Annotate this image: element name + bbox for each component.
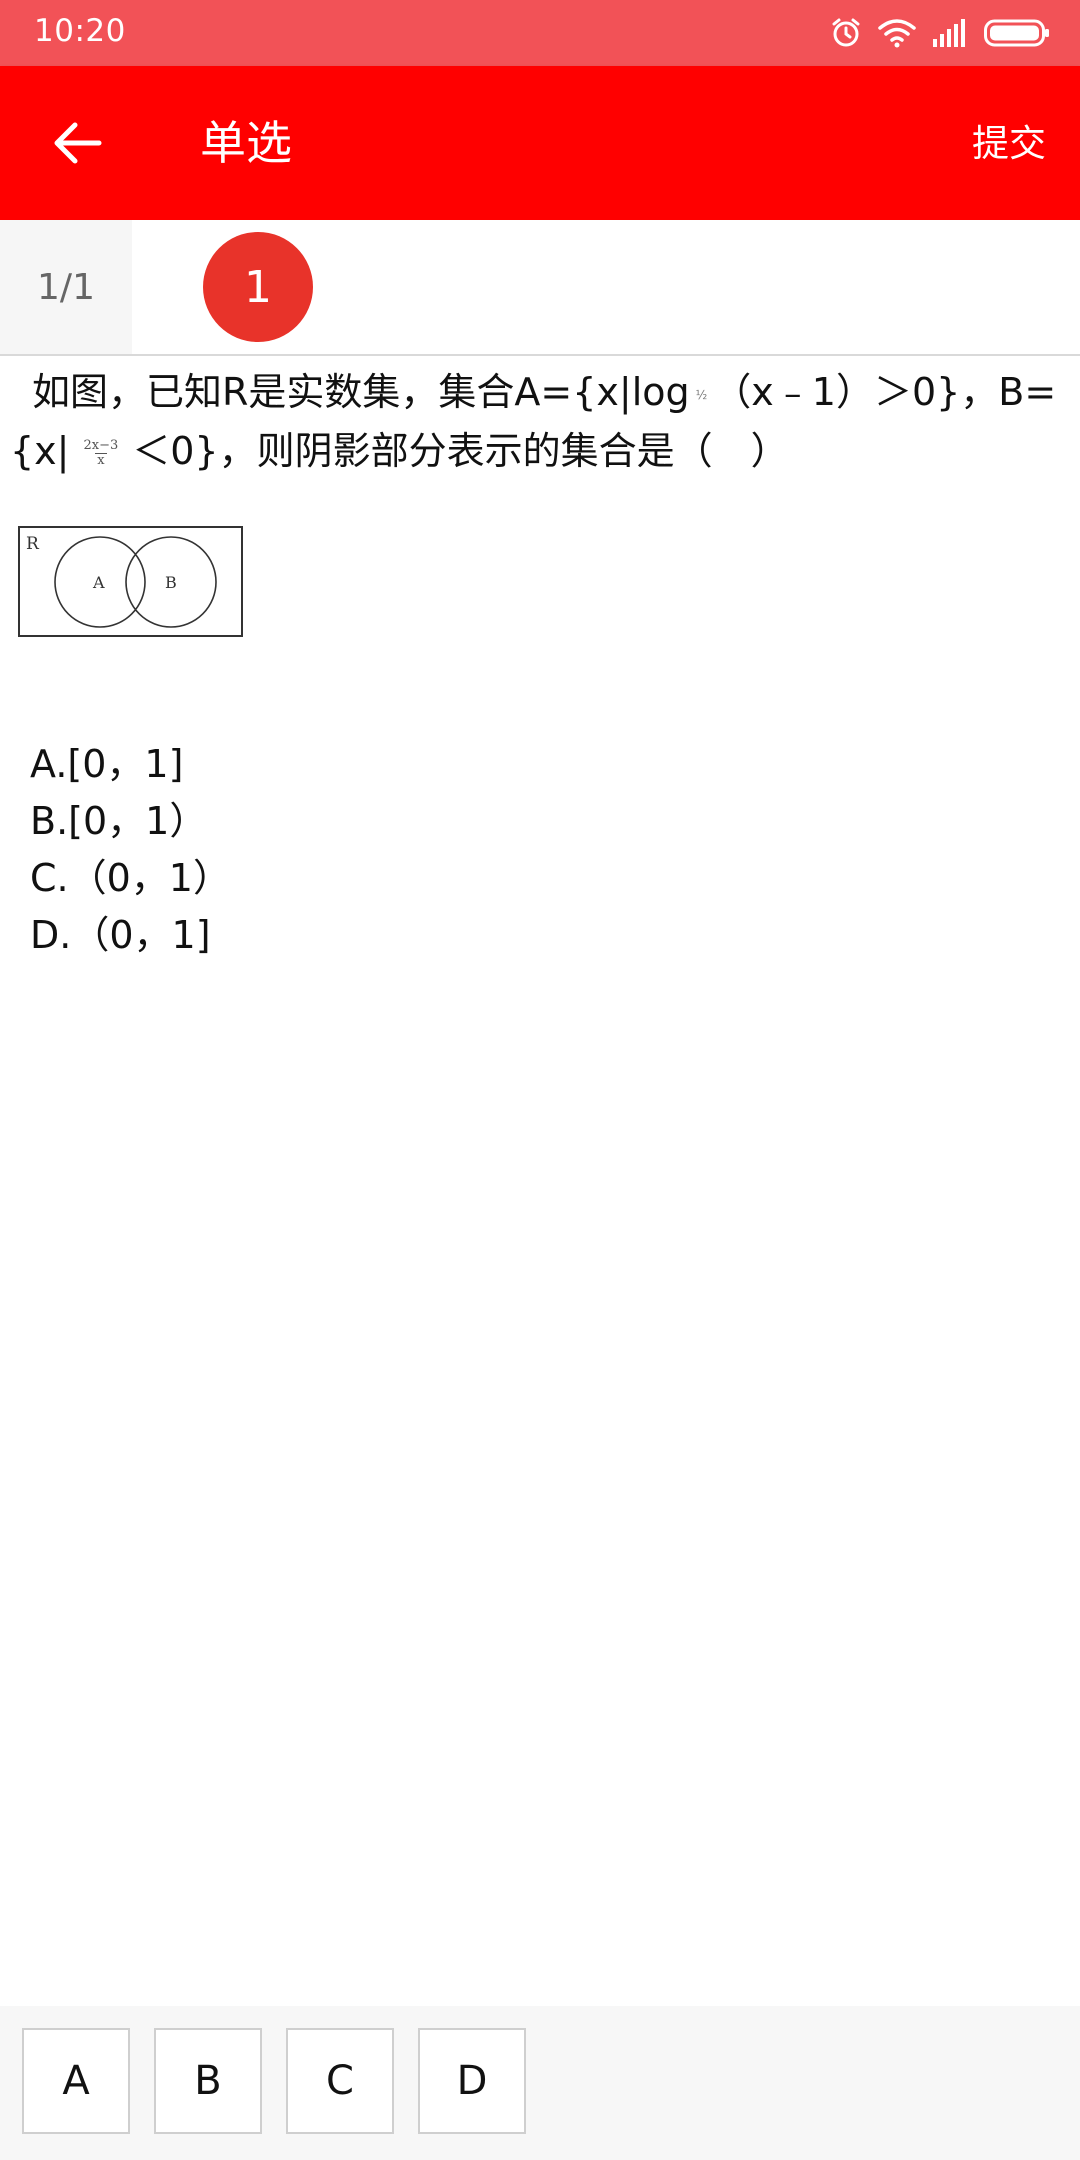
app-bar: 单选 提交 <box>0 66 1080 220</box>
fraction-numerator: 2x−3 <box>83 437 119 453</box>
wifi-icon <box>878 19 916 48</box>
options-list: A.[0，1] B.[0，1） C.（0，1） D.（0，1] <box>30 736 231 964</box>
option-b-text: B.[0，1） <box>30 799 208 843</box>
question-text-part1: 如图，已知R是实数集，集合A={x|log <box>32 370 690 414</box>
page-title: 单选 <box>200 116 292 170</box>
venn-diagram: R A B <box>18 526 243 637</box>
answer-button-c[interactable]: C <box>286 2028 394 2134</box>
answer-button-b[interactable]: B <box>154 2028 262 2134</box>
submit-button[interactable]: 提交 <box>972 116 1046 172</box>
option-c-text: C.（0，1） <box>30 856 231 900</box>
option-a-text: A.[0，1] <box>30 742 184 786</box>
question-number-button[interactable]: 1 <box>203 232 313 342</box>
venn-set-a-label: A <box>92 573 105 592</box>
answer-button-a[interactable]: A <box>22 2028 130 2134</box>
venn-universe-frame <box>18 526 243 637</box>
log-base: ½ <box>695 387 708 402</box>
venn-universe-label: R <box>26 534 40 554</box>
back-button[interactable] <box>40 110 114 176</box>
option-d-text: D.（0，1] <box>30 913 211 957</box>
signal-icon <box>933 19 965 47</box>
question-nav: 1/1 1 <box>0 220 1080 356</box>
question-text-part3: ＜0}，则阴影部分表示的集合是（ ） <box>132 428 789 473</box>
status-bar: 10:20 <box>0 0 1080 66</box>
question-counter: 1/1 <box>0 220 132 354</box>
answer-button-d[interactable]: D <box>418 2028 526 2134</box>
answer-bar: A B C D <box>0 2006 1080 2160</box>
fraction: 2x−3 x <box>83 437 119 468</box>
battery-icon <box>984 19 1049 47</box>
status-time: 10:20 <box>34 13 126 49</box>
venn-set-b-label: B <box>165 573 177 592</box>
arrow-left-icon <box>54 122 102 164</box>
question-text: 如图，已知R是实数集，集合A={x|log ½ （x﹣1）＞0}，B={x| 2x−3… <box>10 364 1070 479</box>
exam-screen: 10:20 单选 提交 1/1 1 如图，已知R是实数集，集合A={x|log … <box>0 0 1080 2160</box>
fraction-denominator: x <box>95 452 107 468</box>
status-icons <box>830 14 1050 52</box>
alarm-icon <box>832 18 860 47</box>
